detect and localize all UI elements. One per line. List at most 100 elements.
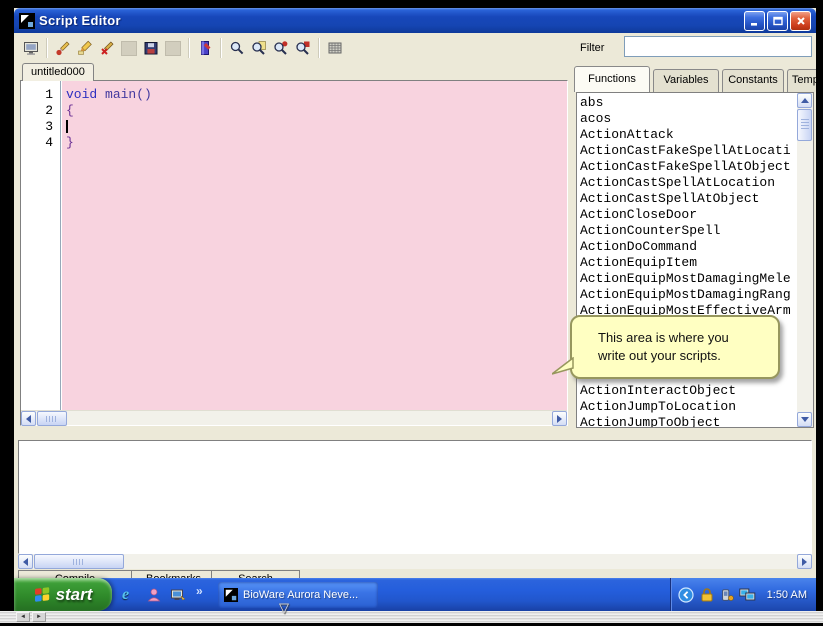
function-list-item[interactable]: ActionCounterSpell (580, 223, 796, 239)
messenger-icon (146, 587, 162, 603)
tooltip-text-line1: This area is where you (598, 329, 770, 347)
minimize-icon (748, 14, 762, 28)
tab-templates[interactable]: Templates (787, 69, 816, 92)
toolbar-separator (220, 38, 222, 58)
overflow-chevron-icon: » (196, 584, 203, 598)
taskbar-task-bioware-aurora[interactable]: BioWare Aurora Neve... (218, 582, 378, 608)
pencil-red-toolbar-button[interactable] (52, 37, 74, 59)
function-list-item[interactable]: ActionEquipMostDamagingRang (580, 287, 796, 303)
code-text: { (66, 103, 567, 119)
arrow-right-icon (802, 558, 807, 566)
close-button[interactable] (790, 11, 811, 31)
titlebar[interactable]: Script Editor (14, 8, 816, 33)
quicklaunch-messenger[interactable] (146, 578, 162, 611)
function-list-item[interactable]: ActionCloseDoor (580, 207, 796, 223)
function-list-item[interactable]: ActionDoCommand (580, 239, 796, 255)
function-list-item[interactable]: ActionCastFakeSpellAtLocati (580, 143, 796, 159)
network-icon[interactable] (739, 587, 756, 602)
code-keyword: void (66, 87, 97, 102)
editor-horizontal-scrollbar[interactable] (21, 410, 567, 425)
arrow-right-icon (557, 415, 562, 423)
tab-variables[interactable]: Variables (653, 69, 719, 92)
pencil-red-icon (55, 40, 71, 56)
line-number: 3 (21, 119, 60, 135)
quicklaunch-show-desktop[interactable] (170, 578, 186, 611)
pencil-x-icon (99, 40, 115, 56)
filter-label: Filter (580, 42, 604, 54)
monitor-toolbar-button[interactable] (20, 37, 42, 59)
find-toolbar-button[interactable] (226, 37, 248, 59)
tab-compile[interactable]: Compile (18, 570, 132, 578)
toolbar (14, 33, 574, 63)
scroll-right-button[interactable] (552, 411, 567, 426)
scroll-left-button[interactable] (18, 554, 33, 569)
tab-constants[interactable]: Constants (722, 69, 784, 92)
device-icon[interactable] (720, 588, 734, 602)
close-icon (794, 14, 808, 28)
code-text-area[interactable]: void main() { } (62, 81, 567, 410)
scrollbar-thumb[interactable] (37, 411, 67, 426)
script-editor-window: Script Editor (14, 8, 816, 578)
editor-tab-untitled000[interactable]: untitled000 (22, 63, 94, 81)
function-list-item[interactable]: ActionEquipItem (580, 255, 796, 271)
grid-toolbar-button[interactable] (324, 37, 346, 59)
scroll-down-button[interactable] (797, 412, 812, 427)
taskbar: start e » BioWare Aurora Neve.. (14, 578, 816, 611)
lock-icon[interactable] (699, 587, 715, 603)
script-editor-app-icon (224, 588, 238, 602)
windows-flag-icon (34, 585, 51, 604)
save-toolbar-button[interactable] (140, 37, 162, 59)
pencil-x-toolbar-button[interactable] (96, 37, 118, 59)
arrow-left-icon (26, 415, 31, 423)
find-in-doc-toolbar-button[interactable] (248, 37, 270, 59)
output-horizontal-scrollbar[interactable] (18, 554, 812, 569)
timeline-marker[interactable]: ▽ (279, 600, 289, 616)
pencil-yellow-icon (77, 40, 93, 56)
magnifier-icon (229, 40, 245, 56)
function-list-item[interactable]: ActionJumpToObject (580, 415, 796, 428)
scroll-up-button[interactable] (797, 93, 812, 108)
function-list-item[interactable]: ActionCastFakeSpellAtObject (580, 159, 796, 175)
start-button[interactable]: start (14, 578, 112, 611)
hide-icons-chevron-icon[interactable] (678, 587, 694, 603)
scroll-left-button[interactable] (21, 411, 36, 426)
player-next-button[interactable]: ► (32, 612, 46, 622)
tutorial-tooltip: This area is where you write out your sc… (570, 315, 780, 379)
function-list-item[interactable]: ActionEquipMostDamagingMele (580, 271, 796, 287)
function-list-item[interactable]: acos (580, 111, 796, 127)
line-number: 1 (21, 87, 60, 103)
quicklaunch-internet-explorer[interactable]: e (122, 578, 129, 611)
compile-toolbar-button[interactable] (194, 37, 216, 59)
player-prev-button[interactable]: ◄ (16, 612, 30, 622)
minimize-button[interactable] (744, 11, 765, 31)
compile-book-icon (197, 40, 213, 56)
quicklaunch-overflow[interactable]: » (196, 574, 203, 607)
code-editor: 1 2 3 4 void main() { } (20, 80, 568, 426)
function-list-item[interactable]: ActionInteractObject (580, 383, 796, 399)
code-text: main() (97, 87, 152, 102)
list-vertical-scrollbar[interactable] (797, 93, 813, 427)
function-list-item[interactable]: ActionJumpToLocation (580, 399, 796, 415)
prev-icon: ◄ (20, 614, 26, 620)
save-disk-icon (143, 40, 159, 56)
function-list-item[interactable]: ActionCastSpellAtObject (580, 191, 796, 207)
function-list-item[interactable]: abs (580, 95, 796, 111)
tooltip-tail (552, 357, 574, 377)
scrollbar-thumb[interactable] (34, 554, 124, 569)
pencil-yellow-toolbar-button[interactable] (74, 37, 96, 59)
toolbar-separator (318, 38, 320, 58)
disabled-toolbar-button-2 (162, 37, 184, 59)
filter-input[interactable] (624, 36, 812, 57)
scroll-right-button[interactable] (797, 554, 812, 569)
blank-icon (121, 41, 137, 56)
text-caret (66, 120, 68, 133)
find-next-toolbar-button[interactable] (270, 37, 292, 59)
replace-toolbar-button[interactable] (292, 37, 314, 59)
scrollbar-thumb[interactable] (797, 109, 812, 141)
function-list-item[interactable]: ActionAttack (580, 127, 796, 143)
system-tray: 1:50 AM (670, 578, 816, 611)
tab-search-results[interactable]: Search Results (212, 570, 300, 578)
tab-functions[interactable]: Functions (574, 66, 650, 92)
function-list-item[interactable]: ActionCastSpellAtLocation (580, 175, 796, 191)
maximize-button[interactable] (767, 11, 788, 31)
